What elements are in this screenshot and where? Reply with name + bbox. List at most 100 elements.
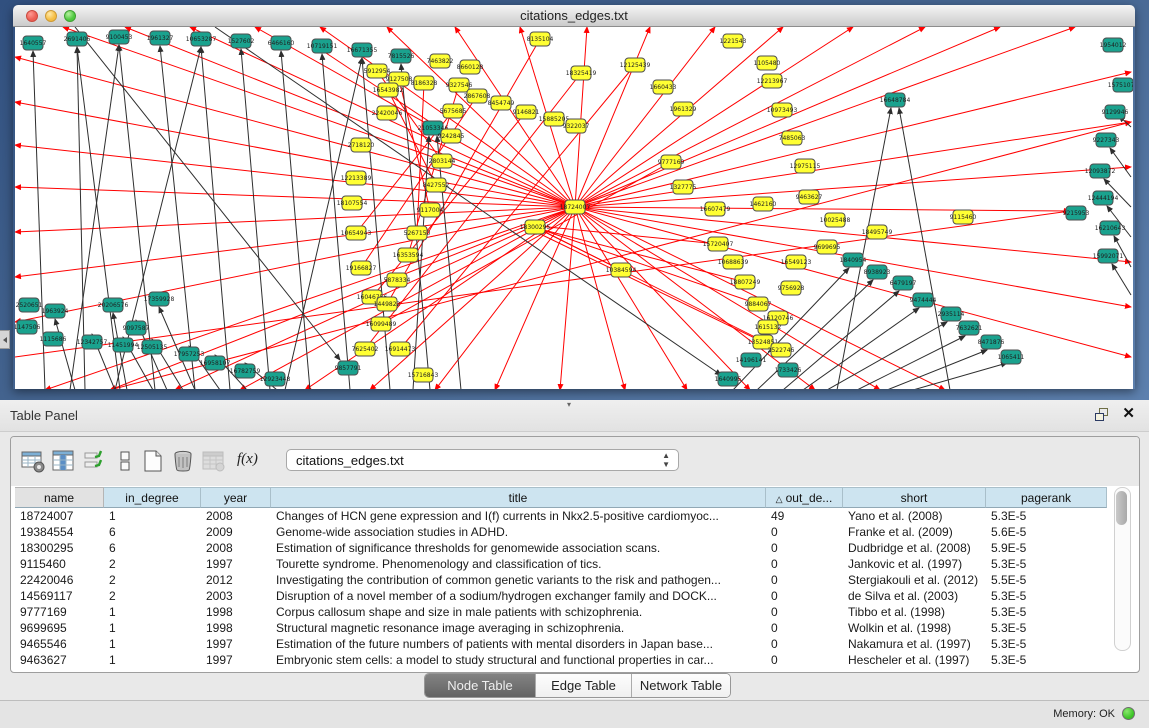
column-header-short[interactable]: short: [843, 487, 986, 508]
tab-node-table[interactable]: Node Table: [425, 674, 536, 697]
graph-node[interactable]: 10653287: [186, 32, 217, 46]
graph-node[interactable]: 8186328: [411, 76, 438, 90]
edge[interactable]: [160, 46, 195, 389]
edge[interactable]: [575, 27, 587, 207]
graph-node[interactable]: 15751074: [1108, 78, 1133, 92]
graph-node[interactable]: 12505135: [137, 340, 168, 354]
table-row[interactable]: 2242004622012Investigating the contribut…: [15, 572, 1107, 588]
function-builder-icon[interactable]: f(x): [237, 451, 258, 468]
graph-node[interactable]: 1840954: [840, 253, 867, 267]
graph-node[interactable]: 9463627: [796, 190, 823, 204]
graph-node[interactable]: 12125439: [620, 58, 651, 72]
network-window-titlebar[interactable]: citations_edges.txt: [13, 5, 1135, 27]
graph-node[interactable]: 8938923: [864, 265, 891, 279]
graph-node[interactable]: 7625402: [352, 342, 379, 356]
graph-node[interactable]: 1733426: [775, 363, 802, 377]
graph-node[interactable]: 9097587: [123, 321, 150, 335]
graph-node[interactable]: 1640557: [20, 36, 47, 50]
graph-node[interactable]: 5267150: [404, 226, 431, 240]
close-panel-icon[interactable]: ✕: [1122, 405, 1135, 423]
control-panel-collapse-tab[interactable]: [0, 330, 10, 349]
scrollbar-thumb[interactable]: [1116, 491, 1127, 525]
delete-trash-icon[interactable]: [171, 449, 195, 473]
graph-node[interactable]: 2718120: [348, 138, 375, 152]
graph-node[interactable]: 1961327: [147, 31, 174, 45]
edge[interactable]: [575, 27, 715, 207]
edge[interactable]: [575, 27, 853, 207]
graph-node[interactable]: 1640995: [715, 372, 742, 386]
graph-node[interactable]: 6479197: [890, 276, 917, 290]
edge[interactable]: [241, 49, 270, 389]
graph-node[interactable]: 1115686: [40, 332, 67, 346]
graph-node[interactable]: 2520651: [16, 298, 43, 312]
edge[interactable]: [201, 47, 230, 389]
graph-node[interactable]: 9884067: [745, 297, 772, 311]
table-settings-icon[interactable]: [21, 449, 45, 473]
graph-node[interactable]: 8427552: [423, 178, 450, 192]
graph-node[interactable]: 12923448: [260, 372, 291, 386]
graph-node[interactable]: 7485063: [779, 131, 806, 145]
graph-node[interactable]: 5878334: [384, 273, 411, 287]
graph-node[interactable]: 1449822: [374, 297, 401, 311]
graph-node[interactable]: 7632621: [956, 321, 983, 335]
graph-node[interactable]: 12975115: [790, 159, 821, 173]
graph-node[interactable]: 7815526: [388, 49, 415, 63]
table-row[interactable]: 969969511998Structural magnetic resonanc…: [15, 620, 1107, 636]
table-row[interactable]: 911546021997Tourette syndrome. Phenomeno…: [15, 556, 1107, 572]
graph-node[interactable]: 18325419: [566, 66, 597, 80]
graph-node[interactable]: 15716843: [408, 368, 439, 382]
graph-node[interactable]: 1221543: [720, 34, 747, 48]
edge[interactable]: [803, 308, 919, 389]
network-canvas[interactable]: 1640557269140691004531961327106532871527…: [15, 27, 1133, 389]
graph-node[interactable]: 16549123: [781, 255, 812, 269]
graph-node[interactable]: 10719151: [307, 39, 338, 53]
edge[interactable]: [575, 207, 1131, 357]
graph-node[interactable]: 1961329: [670, 102, 697, 116]
column-header-title[interactable]: title: [271, 487, 766, 508]
graph-node[interactable]: 18807249: [730, 275, 761, 289]
column-header-name[interactable]: name: [15, 487, 104, 508]
graph-node[interactable]: 12444194: [1088, 191, 1119, 205]
graph-node[interactable]: 7463822: [427, 54, 454, 68]
graph-node[interactable]: 9756928: [778, 281, 805, 295]
edge[interactable]: [15, 187, 575, 207]
column-header-pagerank[interactable]: pagerank: [986, 487, 1107, 508]
graph-node[interactable]: 9227343: [1093, 133, 1120, 147]
edge[interactable]: [322, 54, 350, 389]
graph-node[interactable]: 8471876: [978, 335, 1005, 349]
edge[interactable]: [783, 291, 899, 389]
graph-node[interactable]: 8660128: [457, 60, 484, 74]
graph-node[interactable]: 9129946: [1102, 105, 1129, 119]
graph-node[interactable]: 16671355: [347, 43, 378, 57]
row-height-icon[interactable]: [113, 449, 137, 473]
graph-node[interactable]: 9215953: [1063, 206, 1090, 220]
graph-node[interactable]: 9146821: [513, 105, 540, 119]
edge[interactable]: [55, 319, 75, 389]
graph-node[interactable]: 1065411: [998, 350, 1025, 364]
graph-node[interactable]: 22420046: [372, 106, 403, 120]
splitter-handle-icon[interactable]: ▾: [567, 400, 571, 409]
graph-node[interactable]: 2522746: [768, 343, 795, 357]
table-row[interactable]: 977716911998Corpus callosum shape and si…: [15, 604, 1107, 620]
graph-node[interactable]: 2691406: [64, 32, 91, 46]
graph-node[interactable]: 2867608: [464, 89, 491, 103]
table-row[interactable]: 1872400712008Changes of HCN gene express…: [15, 508, 1107, 524]
column-header-out_de[interactable]: △out_de...: [766, 487, 843, 508]
graph-node[interactable]: 2803144: [429, 154, 456, 168]
select-rows-icon[interactable]: [83, 449, 107, 473]
edge[interactable]: [370, 207, 575, 389]
edge[interactable]: [110, 122, 1131, 389]
graph-node[interactable]: 17359928: [144, 292, 175, 306]
graph-node[interactable]: 10688639: [718, 255, 749, 269]
table-row[interactable]: 946362711997Embryonic stem cells: a mode…: [15, 652, 1107, 668]
graph-node[interactable]: 9474444: [910, 293, 937, 307]
graph-node[interactable]: 16648784: [880, 93, 911, 107]
graph-node[interactable]: 8454749: [488, 96, 515, 110]
table-row[interactable]: 1938455462009Genome-wide association stu…: [15, 524, 1107, 540]
graph-node[interactable]: 10654943: [341, 226, 372, 240]
graph-node[interactable]: 12093872: [1085, 164, 1116, 178]
edge[interactable]: [913, 363, 1007, 389]
edge[interactable]: [575, 207, 815, 389]
table-panel-titlebar[interactable]: ▾ Table Panel ✕: [0, 400, 1149, 432]
edge[interactable]: [63, 27, 575, 207]
